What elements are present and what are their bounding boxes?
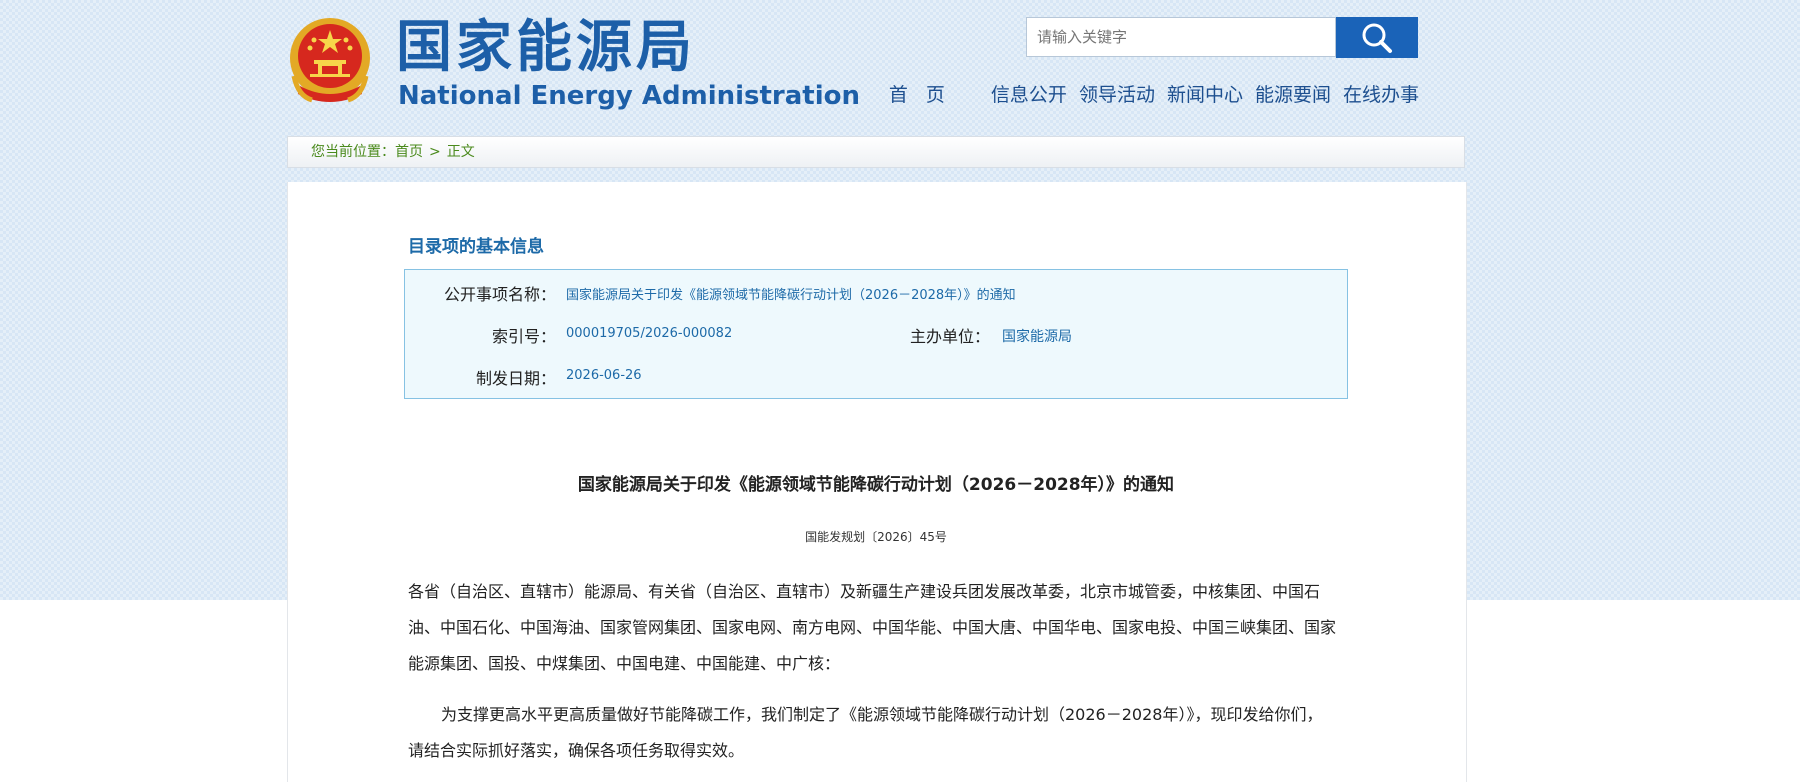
info-name-value: 国家能源局关于印发《能源领域节能降碳行动计划（2026－2028年）》的通知 [566,288,1016,303]
nav-item-leadership[interactable]: 领导活动 [1079,82,1155,108]
info-org-value: 国家能源局 [1002,329,1072,345]
search-icon [1362,23,1392,53]
document-recipients: 各省（自治区、直辖市）能源局、有关省（自治区、直辖市）及新疆生产建设兵团发展改革… [408,582,1337,673]
info-heading: 目录项的基本信息 [408,237,544,257]
document-body: 为支撑更高水平更高质量做好节能降碳工作，我们制定了《能源领域节能降碳行动计划（2… [408,705,1323,760]
breadcrumb-separator: > [429,144,441,160]
document-number: 国能发规划〔2026〕45号 [805,530,947,544]
nav-item-news-center[interactable]: 新闻中心 [1167,82,1243,108]
breadcrumb-prefix: 您当前位置： [311,144,395,160]
info-org-label: 主办单位： [909,327,990,346]
document-title: 国家能源局关于印发《能源领域节能降碳行动计划（2026－2028年）》的通知 [577,475,1175,495]
info-name-label: 公开事项名称： [443,285,556,304]
search-field[interactable] [1026,17,1337,57]
main-nav: 首 页 信息公开 领导活动 新闻中心 能源要闻 在线办事 [877,82,1419,108]
nav-item-info-disclosure[interactable]: 信息公开 [991,82,1067,108]
nav-item-home[interactable]: 首 页 [889,82,951,108]
search-input[interactable] [1027,18,1337,56]
nav-item-online-services[interactable]: 在线办事 [1343,82,1419,108]
search-button[interactable] [1336,17,1418,58]
nav-item-energy-news[interactable]: 能源要闻 [1255,82,1331,108]
info-index-label: 索引号： [491,327,556,346]
breadcrumb-current: 正文 [446,144,475,160]
site-subtitle: National Energy Administration [398,81,861,111]
info-index-value: 000019705/2026-000082 [566,326,733,341]
info-date-label: 制发日期： [475,369,556,388]
breadcrumb: 您当前位置：首页 > 正文 [287,136,1465,168]
site-title: 国家能源局 [396,15,696,80]
info-date-value: 2026-06-26 [566,368,642,383]
national-emblem-icon [290,18,370,103]
breadcrumb-home-link[interactable]: 首页 [395,144,423,160]
